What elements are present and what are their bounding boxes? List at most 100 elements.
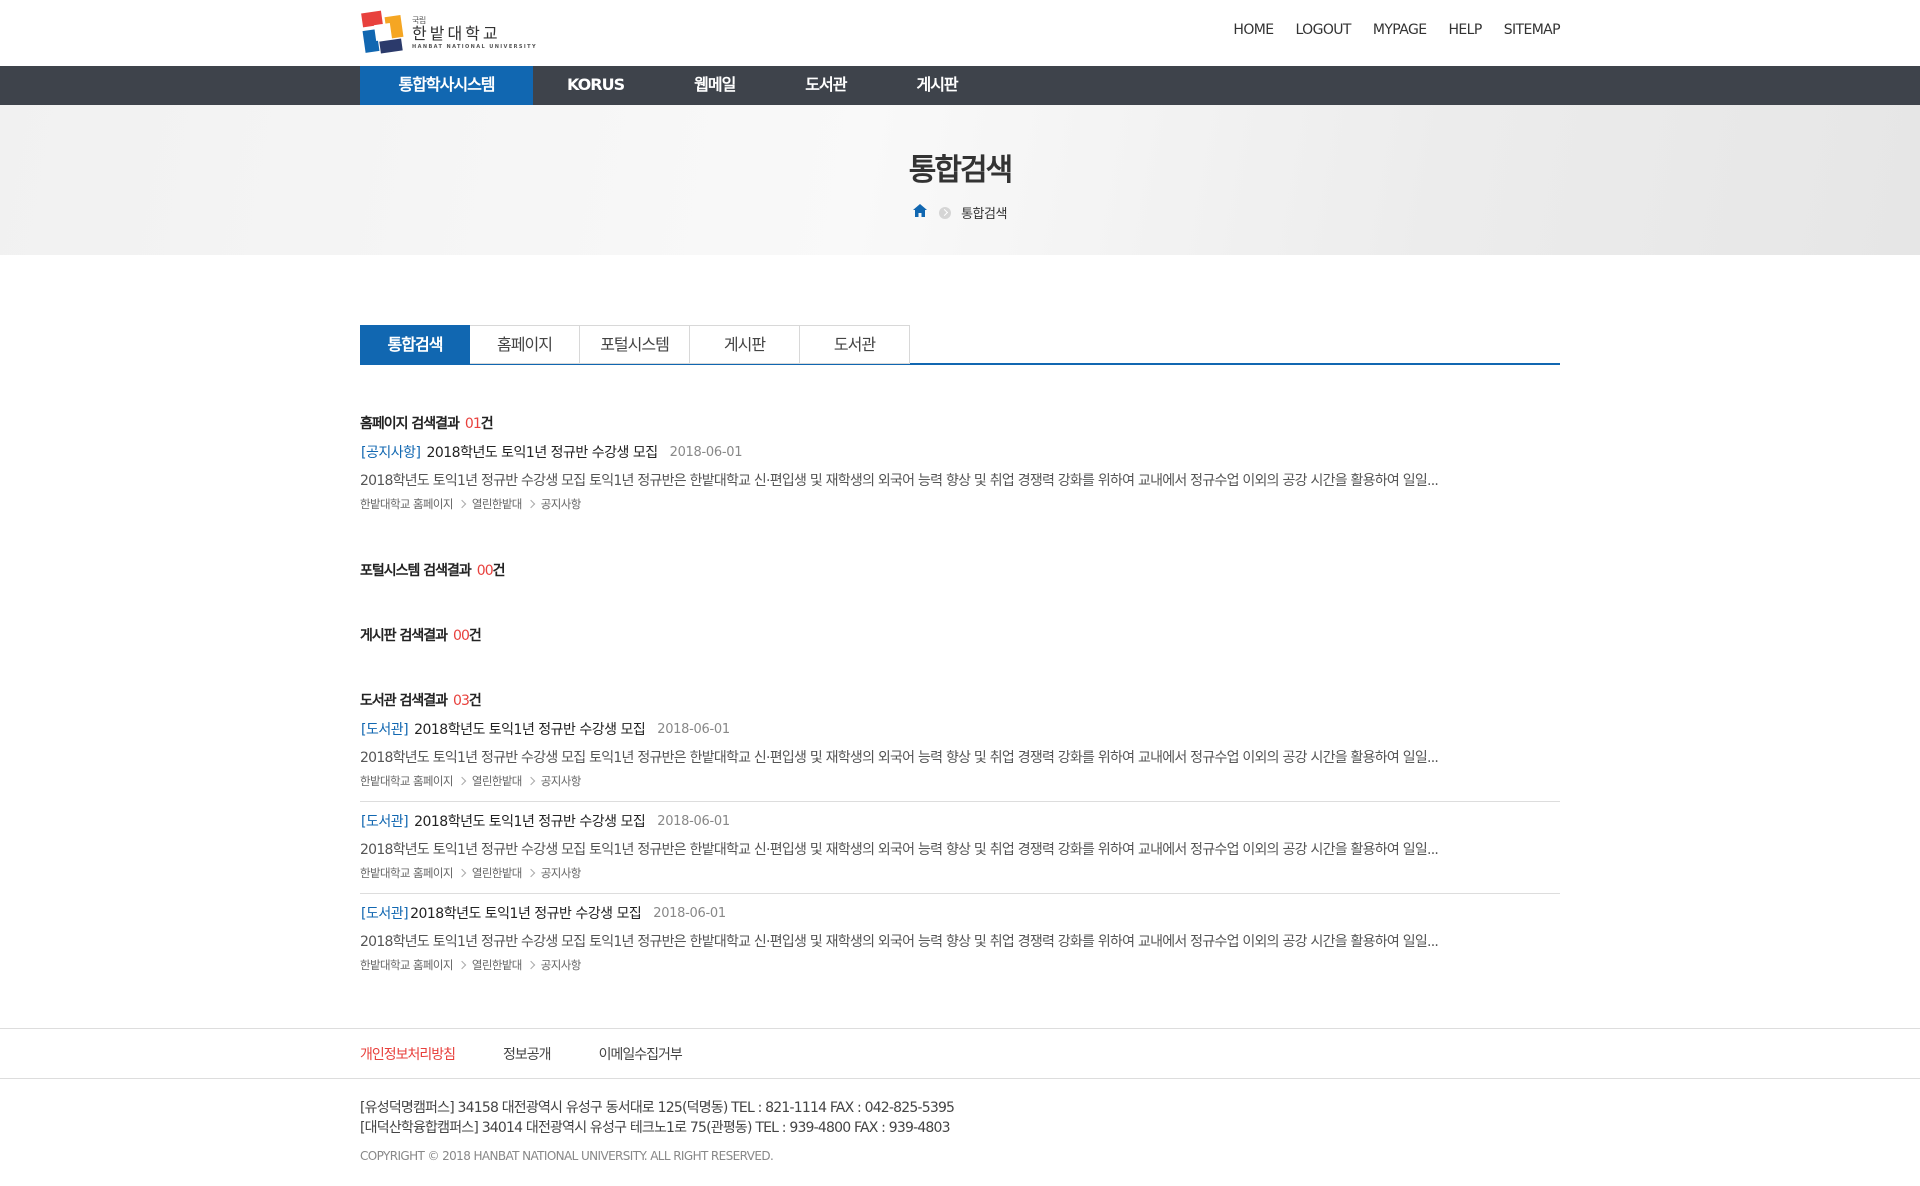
count-unit: 건 — [492, 563, 506, 579]
result-title-link[interactable]: 2018학년도 토익1년 정규반 수강생 모집 — [426, 442, 658, 462]
result-description[interactable]: 2018학년도 토익1년 정규반 수강생 모집 토익1년 정규반은 한밭대학교 … — [360, 839, 1560, 859]
result-title-link[interactable]: 2018학년도 토익1년 정규반 수강생 모집 — [410, 903, 642, 923]
path-segment: 열린한밭대 — [471, 866, 523, 880]
count-unit: 건 — [468, 693, 482, 709]
footer-address-2: [대덕산학융합캠퍼스] 34014 대전광역시 유성구 테크노1로 75(관평동… — [360, 1120, 951, 1136]
path-segment: 열린한밭대 — [471, 958, 523, 972]
homepage-results: 홈페이지 검색결과 01건 [공지사항] 2018학년도 토익1년 정규반 수강생… — [360, 413, 1560, 512]
tab-portal-system[interactable]: 포털시스템 — [580, 325, 690, 364]
path-segment: 한밭대학교 홈페이지 — [360, 866, 453, 880]
count-unit: 건 — [468, 628, 482, 644]
util-sitemap-link[interactable]: SITEMAP — [1504, 22, 1561, 38]
result-path: 한밭대학교 홈페이지 열린한밭대 공지사항 — [360, 957, 1560, 973]
page-visual: 통합검색 통합검색 — [0, 105, 1920, 255]
result-date: 2018-06-01 — [669, 444, 743, 460]
result-date: 2018-06-01 — [657, 721, 730, 737]
section-title: 포털시스템 검색결과 00건 — [360, 560, 1560, 580]
portal-results: 포털시스템 검색결과 00건 — [360, 560, 1560, 580]
breadcrumb-current: 통합검색 — [961, 207, 1007, 222]
home-icon[interactable] — [913, 204, 928, 221]
footer-info: [유성덕명캠퍼스] 34158 대전광역시 유성구 동서대로 125(덕명동) … — [0, 1098, 1920, 1166]
logo-mark-icon — [360, 10, 406, 56]
result-category[interactable]: [공지사항] — [361, 442, 421, 462]
top-header: 국립 한밭대학교 HANBAT NATIONAL UNIVERSITY HOME… — [0, 0, 1920, 66]
section-title-text: 홈페이지 검색결과 — [360, 416, 460, 432]
path-segment: 한밭대학교 홈페이지 — [360, 774, 453, 788]
gnb-item-library[interactable]: 도서관 — [805, 66, 847, 105]
result-category[interactable]: [도서관] — [361, 719, 409, 739]
chevron-right-icon — [939, 206, 952, 219]
utility-menu: HOME LOGOUT MYPAGE HELP SITEMAP — [1211, 22, 1560, 38]
gnb-item-academic-system[interactable]: 통합학사시스템 — [360, 66, 533, 105]
copyright: COPYRIGHT © 2018 HANBAT NATIONAL UNIVERS… — [360, 1149, 774, 1163]
result-path: 한밭대학교 홈페이지 열린한밭대 공지사항 — [360, 773, 1560, 789]
result-item: [공지사항] 2018학년도 토익1년 정규반 수강생 모집 2018-06-0… — [360, 433, 1560, 512]
result-category[interactable]: [도서관] — [361, 903, 409, 923]
page-title: 통합검색 — [908, 153, 1013, 188]
path-segment: 공지사항 — [540, 774, 582, 788]
result-count: 01 — [464, 416, 482, 432]
path-segment: 공지사항 — [540, 497, 582, 511]
gnb-item-board[interactable]: 게시판 — [916, 66, 958, 105]
search-tabs: 통합검색 홈페이지 포털시스템 게시판 도서관 — [360, 325, 1560, 365]
result-title-link[interactable]: 2018학년도 토익1년 정규반 수강생 모집 — [414, 811, 646, 831]
chevron-right-icon — [526, 776, 536, 786]
section-title-text: 포털시스템 검색결과 — [360, 563, 472, 579]
tab-library[interactable]: 도서관 — [800, 325, 910, 364]
gnb-item-webmail[interactable]: 웹메일 — [694, 66, 736, 105]
tab-integrated-search[interactable]: 통합검색 — [360, 325, 470, 364]
result-item: [도서관] 2018학년도 토익1년 정규반 수강생 모집 2018-06-01… — [360, 710, 1560, 789]
section-title: 게시판 검색결과 00건 — [360, 625, 1560, 645]
tab-board[interactable]: 게시판 — [690, 325, 800, 364]
result-count: 00 — [453, 628, 470, 644]
result-count: 00 — [476, 563, 494, 579]
chevron-right-icon — [457, 960, 467, 970]
util-home-link[interactable]: HOME — [1233, 22, 1274, 38]
chevron-right-icon — [457, 776, 467, 786]
chevron-right-icon — [457, 499, 467, 509]
path-segment: 열린한밭대 — [471, 774, 523, 788]
result-path: 한밭대학교 홈페이지 열린한밭대 공지사항 — [360, 865, 1560, 881]
main-content: 통합검색 홈페이지 포털시스템 게시판 도서관 홈페이지 검색결과 01건 [공지… — [360, 325, 1560, 973]
footer-address-1: [유성덕명캠퍼스] 34158 대전광역시 유성구 동서대로 125(덕명동) … — [360, 1100, 955, 1116]
result-path: 한밭대학교 홈페이지 열린한밭대 공지사항 — [360, 496, 1560, 512]
chevron-right-icon — [526, 868, 536, 878]
result-date: 2018-06-01 — [653, 905, 726, 921]
board-results: 게시판 검색결과 00건 — [360, 625, 1560, 645]
path-segment: 열린한밭대 — [471, 497, 523, 511]
result-category[interactable]: [도서관] — [361, 811, 409, 831]
chevron-right-icon — [457, 868, 467, 878]
chevron-right-icon — [526, 960, 536, 970]
path-segment: 공지사항 — [540, 958, 582, 972]
footer-link-privacy-policy[interactable]: 개인정보처리방침 — [360, 1044, 456, 1064]
path-segment: 한밭대학교 홈페이지 — [360, 497, 453, 511]
path-segment: 한밭대학교 홈페이지 — [360, 958, 453, 972]
logo-english-name: HANBAT NATIONAL UNIVERSITY — [412, 43, 537, 50]
result-item: [도서관] 2018학년도 토익1년 정규반 수강생 모집 2018-06-01… — [360, 894, 1560, 973]
footer-link-email-refusal[interactable]: 이메일수집거부 — [599, 1044, 683, 1064]
tab-homepage[interactable]: 홈페이지 — [470, 325, 580, 364]
count-unit: 건 — [480, 416, 494, 432]
gnb-item-korus[interactable]: KORUS — [567, 66, 625, 105]
result-description[interactable]: 2018학년도 토익1년 정규반 수강생 모집 토익1년 정규반은 한밭대학교 … — [360, 470, 1560, 490]
university-logo[interactable]: 국립 한밭대학교 HANBAT NATIONAL UNIVERSITY — [360, 10, 537, 56]
footer-link-information-disclosure[interactable]: 정보공개 — [503, 1044, 552, 1064]
global-nav: 통합학사시스템 KORUS 웹메일 도서관 게시판 — [0, 66, 1920, 105]
section-title-text: 도서관 검색결과 — [360, 693, 448, 709]
result-item: [도서관] 2018학년도 토익1년 정규반 수강생 모집 2018-06-01… — [360, 802, 1560, 881]
logo-name: 한밭대학교 — [412, 23, 501, 43]
chevron-right-icon — [526, 499, 536, 509]
util-help-link[interactable]: HELP — [1448, 22, 1482, 38]
result-title-link[interactable]: 2018학년도 토익1년 정규반 수강생 모집 — [414, 719, 646, 739]
result-description[interactable]: 2018학년도 토익1년 정규반 수강생 모집 토익1년 정규반은 한밭대학교 … — [360, 931, 1560, 951]
util-logout-link[interactable]: LOGOUT — [1295, 22, 1351, 38]
footer-links: 개인정보처리방침 정보공개 이메일수집거부 — [0, 1028, 1920, 1079]
path-segment: 공지사항 — [540, 866, 582, 880]
result-count: 03 — [453, 693, 470, 709]
section-title: 도서관 검색결과 03건 — [360, 690, 1560, 710]
result-description[interactable]: 2018학년도 토익1년 정규반 수강생 모집 토익1년 정규반은 한밭대학교 … — [360, 747, 1560, 767]
section-title: 홈페이지 검색결과 01건 — [360, 413, 1560, 433]
breadcrumb: 통합검색 — [0, 203, 1920, 222]
section-title-text: 게시판 검색결과 — [360, 628, 448, 644]
util-mypage-link[interactable]: MYPAGE — [1373, 22, 1427, 38]
